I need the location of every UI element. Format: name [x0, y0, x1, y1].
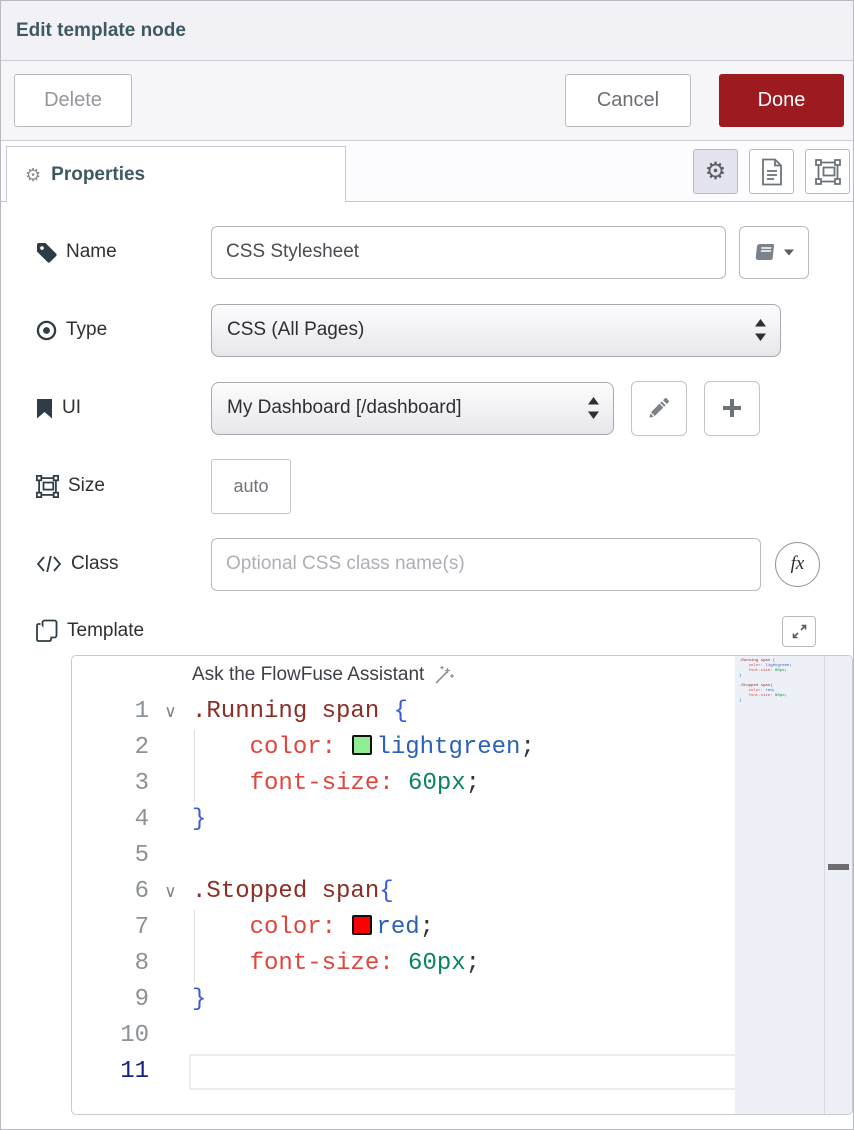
name-label: Name	[36, 241, 211, 263]
wand-icon	[433, 664, 455, 686]
ui-select[interactable]: My Dashboard [/dashboard]	[211, 382, 614, 435]
code-text: .Stopped span{	[192, 874, 394, 910]
tag-icon	[36, 242, 57, 263]
dialog-toolbar: Delete Cancel Done	[1, 61, 853, 141]
add-ui-button[interactable]	[704, 381, 760, 436]
properties-view-button[interactable]: ⚙	[693, 149, 738, 194]
edit-ui-button[interactable]	[631, 381, 687, 436]
book-icon	[754, 241, 776, 263]
copy-icon	[36, 619, 58, 643]
line-number: 8	[72, 946, 149, 982]
color-swatch	[352, 735, 372, 755]
line-number: 3	[72, 766, 149, 802]
line-number: 4	[72, 802, 149, 838]
class-row: Class fx	[36, 537, 853, 591]
object-group-icon	[815, 159, 841, 185]
fold-gutter	[149, 982, 192, 1018]
name-input[interactable]: CSS Stylesheet	[211, 226, 726, 279]
dot-circle-icon	[36, 320, 57, 341]
fold-gutter	[149, 1018, 192, 1054]
expand-icon	[792, 624, 807, 639]
fold-gutter	[149, 946, 192, 982]
type-select[interactable]: CSS (All Pages)	[211, 304, 781, 357]
code-icon	[36, 555, 62, 573]
library-button[interactable]	[739, 226, 809, 279]
color-swatch	[352, 915, 372, 935]
delete-button[interactable]: Delete	[14, 74, 132, 127]
fold-gutter	[149, 802, 192, 838]
document-icon	[760, 158, 784, 186]
name-row: Name CSS Stylesheet	[36, 225, 853, 279]
line-number: 5	[72, 838, 149, 874]
tab-properties-label: Properties	[51, 164, 145, 186]
code-text: .Running span {	[192, 694, 408, 730]
code-text: font-size: 60px;	[192, 946, 480, 982]
size-label: Size	[36, 475, 211, 498]
fold-chevron-icon[interactable]: ∨	[149, 694, 192, 730]
line-number: 10	[72, 1018, 149, 1054]
editor-scrollbar[interactable]	[824, 656, 852, 1114]
done-button[interactable]: Done	[719, 74, 844, 127]
updown-arrows-icon	[754, 318, 767, 342]
plus-icon	[721, 397, 743, 419]
class-input[interactable]	[211, 538, 761, 591]
cancel-button[interactable]: Cancel	[565, 74, 691, 127]
type-row: Type CSS (All Pages)	[36, 303, 853, 357]
pencil-icon	[648, 397, 670, 419]
code-text: }	[192, 802, 206, 838]
appearance-view-button[interactable]	[805, 149, 850, 194]
expand-editor-button[interactable]	[782, 616, 816, 647]
code-text: color: lightgreen;	[192, 730, 535, 766]
template-code-editor[interactable]: Ask the FlowFuse Assistant 1∨.Running sp…	[71, 655, 853, 1115]
line-number: 1	[72, 694, 149, 730]
description-view-button[interactable]	[749, 149, 794, 194]
template-row: Template	[36, 615, 853, 647]
ui-row: UI My Dashboard [/dashboard]	[36, 381, 853, 435]
gear-icon: ⚙	[705, 160, 727, 184]
minimap-code: .Running span { color: lightgreen; font-…	[735, 656, 825, 714]
size-row: Size auto	[36, 459, 853, 513]
template-label: Template	[36, 619, 211, 643]
object-group-icon	[36, 475, 59, 498]
ui-label: UI	[36, 397, 211, 419]
scrollbar-cursor-marker	[828, 864, 849, 870]
assistant-hint[interactable]: Ask the FlowFuse Assistant	[192, 664, 455, 686]
line-number: 6	[72, 874, 149, 910]
tab-properties[interactable]: ⚙ Properties	[6, 146, 346, 202]
fold-gutter	[149, 838, 192, 874]
line-number: 2	[72, 730, 149, 766]
fold-chevron-icon[interactable]: ∨	[149, 874, 192, 910]
editor-mode-buttons: ⚙	[693, 149, 850, 194]
properties-form: Name CSS Stylesheet Type	[1, 202, 853, 1115]
code-text: }	[192, 982, 206, 1018]
dialog-title: Edit template node	[16, 20, 186, 42]
tab-bar: ⚙ Properties ⚙	[1, 141, 853, 202]
size-button[interactable]: auto	[211, 459, 291, 514]
editor-minimap[interactable]: .Running span { color: lightgreen; font-…	[735, 656, 825, 1114]
current-line-highlight	[189, 1054, 737, 1090]
class-label: Class	[36, 553, 211, 575]
line-number: 9	[72, 982, 149, 1018]
fold-gutter	[149, 730, 192, 766]
edit-template-dialog: Edit template node Delete Cancel Done ⚙ …	[0, 0, 854, 1130]
dialog-header: Edit template node	[1, 1, 853, 61]
fold-gutter	[149, 1054, 192, 1090]
caret-down-icon	[783, 248, 795, 256]
code-text: color: red;	[192, 910, 434, 946]
line-number: 11	[72, 1054, 149, 1090]
fx-button[interactable]: fx	[775, 542, 820, 587]
bookmark-icon	[36, 398, 53, 419]
fold-gutter	[149, 910, 192, 946]
updown-arrows-icon	[587, 396, 600, 420]
type-label: Type	[36, 319, 211, 341]
assistant-hint-text: Ask the FlowFuse Assistant	[192, 664, 424, 686]
gear-icon: ⚙	[25, 166, 41, 184]
fold-gutter	[149, 766, 192, 802]
code-text: font-size: 60px;	[192, 766, 480, 802]
line-number: 7	[72, 910, 149, 946]
